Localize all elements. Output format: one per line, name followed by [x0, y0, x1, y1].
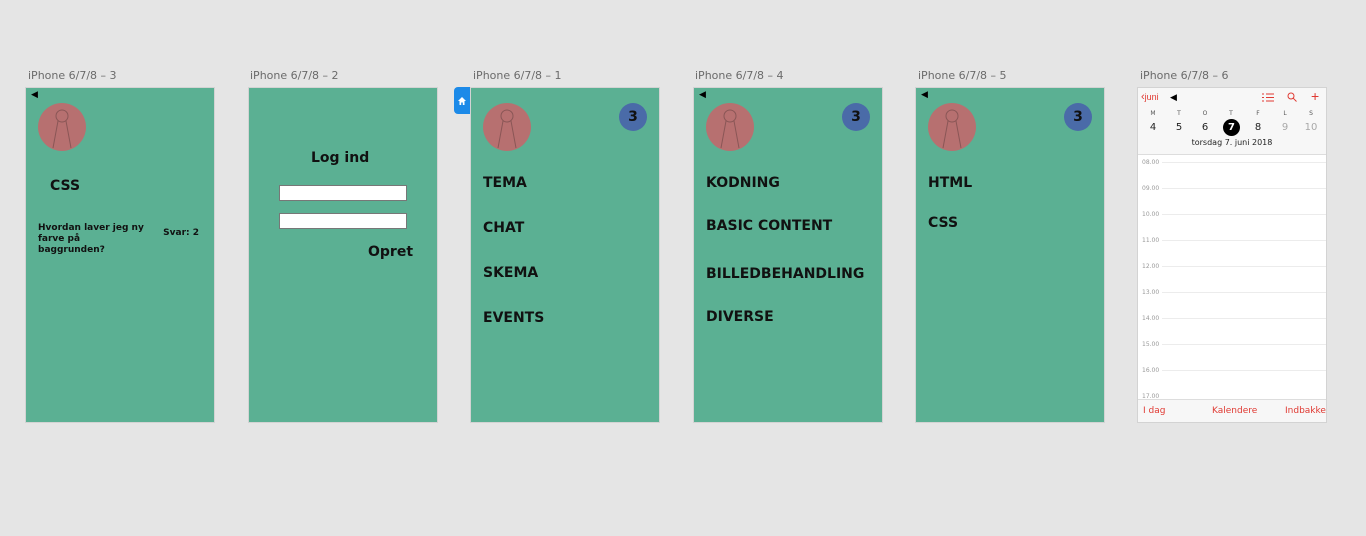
back-arrow-icon[interactable]: ◀: [31, 90, 38, 99]
artboard-1[interactable]: 3 TEMA CHAT SKEMA EVENTS: [471, 88, 659, 422]
artboard-label-4: iPhone 6/7/8 – 4: [695, 69, 784, 82]
artboard-2[interactable]: Log ind Opret: [249, 88, 437, 422]
day-cell[interactable]: 10: [1303, 122, 1319, 133]
artboard-label-6: iPhone 6/7/8 – 6: [1140, 69, 1229, 82]
home-icon: [458, 96, 466, 105]
hour-line: [1162, 266, 1326, 267]
create-button[interactable]: Opret: [368, 244, 413, 260]
back-arrow-icon[interactable]: ◀: [921, 90, 928, 99]
weekday-label: F: [1256, 110, 1260, 117]
calendar-tabbar: I dag Kalendere Indbakke: [1138, 399, 1326, 422]
menu-item-skema[interactable]: SKEMA: [483, 265, 538, 281]
hour-label: 10.00: [1142, 211, 1160, 218]
artboard-3[interactable]: ◀ CSS Hvordan laver jeg ny farve på bagg…: [26, 88, 214, 422]
search-icon[interactable]: [1287, 92, 1297, 102]
notification-badge[interactable]: 3: [1064, 103, 1092, 131]
day-cell[interactable]: 6: [1197, 122, 1213, 133]
menu-item-html[interactable]: HTML: [928, 175, 972, 191]
artboard-4[interactable]: ◀ 3 KODNING BASIC CONTENT BILLEDBEHANDLI…: [694, 88, 882, 422]
day-cell-selected[interactable]: 7: [1223, 119, 1240, 136]
tab-inbox[interactable]: Indbakke: [1285, 406, 1326, 416]
artboard-label-3: iPhone 6/7/8 – 3: [28, 69, 117, 82]
menu-item-diverse[interactable]: DIVERSE: [706, 309, 774, 325]
login-title: Log ind: [311, 150, 370, 166]
weekday-label: L: [1283, 110, 1287, 117]
calendar-header: ‹juni ◀ + M T O T F L S 4 5 6 7 8 9 10 t…: [1138, 88, 1326, 155]
collapse-arrow-icon[interactable]: ◀: [1170, 92, 1177, 103]
artboard-label-5: iPhone 6/7/8 – 5: [918, 69, 1007, 82]
tab-calendars[interactable]: Kalendere: [1212, 406, 1257, 416]
hour-line: [1162, 240, 1326, 241]
notification-badge[interactable]: 3: [619, 103, 647, 131]
hour-line: [1162, 214, 1326, 215]
back-month-label: juni: [1144, 92, 1159, 102]
day-cell[interactable]: 5: [1171, 122, 1187, 133]
hour-label: 09.00: [1142, 185, 1160, 192]
weekday-label: S: [1309, 110, 1313, 117]
menu-item-chat[interactable]: CHAT: [483, 220, 524, 236]
artboard-label-2: iPhone 6/7/8 – 2: [250, 69, 339, 82]
question-text[interactable]: Hvordan laver jeg ny farve på baggrunden…: [38, 223, 148, 256]
avatar-icon: [52, 109, 72, 149]
avatar: [928, 103, 976, 151]
hour-label: 14.00: [1142, 315, 1160, 322]
back-month-button[interactable]: ‹juni: [1141, 91, 1159, 103]
menu-item-events[interactable]: EVENTS: [483, 310, 544, 326]
weekday-label: T: [1229, 110, 1233, 117]
artboard-label-1: iPhone 6/7/8 – 1: [473, 69, 562, 82]
weekday-label: T: [1177, 110, 1181, 117]
back-arrow-icon[interactable]: ◀: [699, 90, 706, 99]
artboard-6-calendar[interactable]: ‹juni ◀ + M T O T F L S 4 5 6 7 8 9 10 t…: [1138, 88, 1326, 422]
hour-line: [1162, 162, 1326, 163]
avatar: [706, 103, 754, 151]
avatar-icon: [720, 109, 740, 149]
hour-label: 12.00: [1142, 263, 1160, 270]
hour-label: 13.00: [1142, 289, 1160, 296]
menu-item-tema[interactable]: TEMA: [483, 175, 527, 191]
page-title: CSS: [50, 178, 81, 194]
home-tab[interactable]: [454, 87, 470, 114]
hour-line: [1162, 370, 1326, 371]
password-field[interactable]: [279, 213, 407, 229]
avatar: [483, 103, 531, 151]
answer-count: Svar: 2: [163, 228, 199, 238]
hour-line: [1162, 318, 1326, 319]
menu-item-billedbehandling[interactable]: BILLEDBEHANDLING: [706, 266, 864, 282]
hour-line: [1162, 188, 1326, 189]
hour-label: 08.00: [1142, 159, 1160, 166]
hour-label: 16.00: [1142, 367, 1160, 374]
list-icon[interactable]: [1262, 93, 1274, 102]
notification-badge[interactable]: 3: [842, 103, 870, 131]
tab-today[interactable]: I dag: [1143, 406, 1165, 416]
avatar-icon: [942, 109, 962, 149]
hour-label: 15.00: [1142, 341, 1160, 348]
hour-label: 11.00: [1142, 237, 1160, 244]
day-cell[interactable]: 4: [1145, 122, 1161, 133]
avatar-icon: [497, 109, 517, 149]
day-cell[interactable]: 8: [1250, 122, 1266, 133]
selected-date-label: torsdag 7. juni 2018: [1191, 138, 1273, 147]
avatar: [38, 103, 86, 151]
username-field[interactable]: [279, 185, 407, 201]
menu-item-kodning[interactable]: KODNING: [706, 175, 780, 191]
hour-line: [1162, 344, 1326, 345]
add-event-icon[interactable]: +: [1311, 88, 1319, 104]
hour-line: [1162, 292, 1326, 293]
weekday-label: M: [1150, 110, 1156, 117]
weekday-label: O: [1202, 110, 1208, 117]
menu-item-css[interactable]: CSS: [928, 215, 958, 231]
day-cell[interactable]: 9: [1277, 122, 1293, 133]
artboard-5[interactable]: ◀ 3 HTML CSS: [916, 88, 1104, 422]
menu-item-basic-content[interactable]: BASIC CONTENT: [706, 218, 832, 234]
